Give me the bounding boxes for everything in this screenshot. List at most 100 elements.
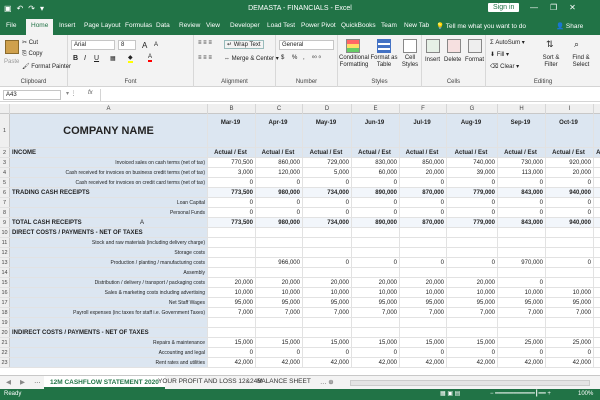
data-cell[interactable]: 25,000 (498, 338, 546, 347)
data-cell[interactable] (498, 228, 546, 237)
sheet-tab-profit-loss[interactable]: YOUR PROFIT AND LOSS 12&24M (158, 378, 263, 385)
row-number[interactable]: 21 (0, 338, 10, 347)
tab-quickbooks[interactable]: QuickBooks (341, 22, 376, 29)
data-cell[interactable]: 200,0 (594, 168, 600, 177)
data-cell[interactable] (594, 328, 600, 337)
data-cell[interactable]: 0 (546, 178, 594, 187)
data-cell[interactable]: 0 (498, 178, 546, 187)
data-cell[interactable]: 0 (546, 208, 594, 217)
data-cell[interactable] (303, 328, 352, 337)
number-format-select[interactable]: General (279, 40, 334, 50)
data-cell[interactable] (303, 268, 352, 277)
data-cell[interactable]: 120,000 (256, 168, 303, 177)
font-name-select[interactable]: Arial (71, 40, 115, 50)
sheet-tab-ellipsis[interactable]: … (34, 378, 41, 385)
data-cell[interactable] (447, 228, 498, 237)
row-label[interactable]: Accounting and legal (10, 348, 208, 357)
data-cell[interactable]: 10,000 (303, 288, 352, 297)
data-cell[interactable]: 10,000 (498, 288, 546, 297)
close-button[interactable]: ✕ (569, 3, 576, 12)
currency-button[interactable]: $ (281, 55, 284, 61)
select-all-corner[interactable] (0, 104, 10, 114)
row-number[interactable]: 20 (0, 328, 10, 337)
data-cell[interactable] (256, 318, 303, 327)
data-cell[interactable]: 10,000 (447, 288, 498, 297)
data-cell[interactable]: 7,000 (352, 308, 400, 317)
data-cell[interactable] (400, 328, 447, 337)
data-cell[interactable]: 740,000 (447, 158, 498, 167)
data-cell[interactable]: 970,000 (498, 258, 546, 267)
data-cell[interactable]: 25,000 (546, 338, 594, 347)
formula-input[interactable] (100, 89, 596, 101)
tab-new-tab[interactable]: New Tab (404, 22, 429, 29)
data-cell[interactable]: 0 (352, 178, 400, 187)
data-cell[interactable]: 900,0 (594, 158, 600, 167)
tab-file[interactable]: File (6, 22, 16, 29)
data-cell[interactable]: 10,000 (546, 288, 594, 297)
data-cell[interactable] (546, 238, 594, 247)
row-number[interactable]: 3 (0, 158, 10, 167)
data-cell[interactable] (594, 318, 600, 327)
data-cell[interactable]: Actual / Est (546, 148, 594, 157)
data-cell[interactable]: 0 (400, 348, 447, 357)
data-cell[interactable]: Aug-19 (447, 114, 498, 147)
data-cell[interactable] (208, 258, 256, 267)
data-cell[interactable] (594, 348, 600, 357)
data-cell[interactable]: 890,000 (352, 188, 400, 197)
row-number[interactable]: 14 (0, 268, 10, 277)
data-cell[interactable] (594, 208, 600, 217)
data-cell[interactable]: 7,000 (208, 308, 256, 317)
data-cell[interactable] (303, 318, 352, 327)
data-cell[interactable] (303, 248, 352, 257)
more-sheets-icon[interactable]: … ⊕ (320, 378, 334, 386)
row-number[interactable]: 15 (0, 278, 10, 287)
data-cell[interactable] (208, 248, 256, 257)
data-cell[interactable]: 0 (303, 208, 352, 217)
conditional-formatting-button[interactable]: Conditional Formatting (339, 55, 369, 69)
data-cell[interactable]: 0 (400, 258, 447, 267)
data-cell[interactable] (498, 268, 546, 277)
data-cell[interactable]: 0 (303, 258, 352, 267)
data-cell[interactable]: 0 (256, 348, 303, 357)
data-cell[interactable]: 95,000 (352, 298, 400, 307)
data-cell[interactable]: 0 (400, 208, 447, 217)
underline-button[interactable]: U (94, 55, 99, 62)
cell-styles-button[interactable]: Cell Styles (400, 55, 420, 69)
column-header-e[interactable]: E (352, 104, 400, 114)
data-cell[interactable]: 60,000 (352, 168, 400, 177)
data-cell[interactable]: 10,0 (594, 288, 600, 297)
data-cell[interactable]: 773,500 (208, 188, 256, 197)
data-cell[interactable] (447, 318, 498, 327)
name-box[interactable]: A43 (3, 90, 61, 100)
row-number[interactable]: 16 (0, 288, 10, 297)
data-cell[interactable]: Actual / Est (498, 148, 546, 157)
data-cell[interactable]: 7,000 (256, 308, 303, 317)
data-cell[interactable] (208, 318, 256, 327)
italic-button[interactable]: I (84, 55, 86, 62)
data-cell[interactable] (352, 328, 400, 337)
data-cell[interactable]: Nov-19 (594, 114, 600, 147)
bold-button[interactable]: B (73, 55, 78, 62)
font-size-select[interactable]: 8 (118, 40, 136, 50)
format-cells-button[interactable]: Format (465, 57, 484, 63)
spreadsheet-grid[interactable]: ABCDEFGHIJ 1COMPANY NAMEMar-19Apr-19May-… (0, 104, 600, 375)
data-cell[interactable]: 20,000 (447, 278, 498, 287)
data-cell[interactable]: 0 (256, 208, 303, 217)
data-cell[interactable]: 42,000 (400, 358, 447, 367)
fill-button[interactable]: ⬇ Fill ▾ (490, 51, 509, 58)
view-buttons[interactable]: ▦ ▣ ▤ (440, 390, 460, 397)
data-cell[interactable]: 0 (208, 198, 256, 207)
tab-home[interactable]: Home (26, 19, 54, 35)
data-cell[interactable] (546, 268, 594, 277)
data-cell[interactable] (400, 248, 447, 257)
fx-button[interactable]: fx (88, 90, 93, 96)
data-cell[interactable] (546, 328, 594, 337)
row-label[interactable]: Personal Funds (10, 208, 208, 217)
scroll-left-icon[interactable]: ◀ (6, 378, 11, 386)
data-cell[interactable]: 920,000 (546, 158, 594, 167)
row-label[interactable]: Repairs & maintenance (10, 338, 208, 347)
format-as-table-button[interactable]: Format as Table (370, 55, 398, 69)
data-cell[interactable]: 0 (352, 208, 400, 217)
data-cell[interactable]: 10,000 (256, 288, 303, 297)
decimal-icon[interactable]: ⁰⁰ ⁰ (312, 55, 321, 62)
